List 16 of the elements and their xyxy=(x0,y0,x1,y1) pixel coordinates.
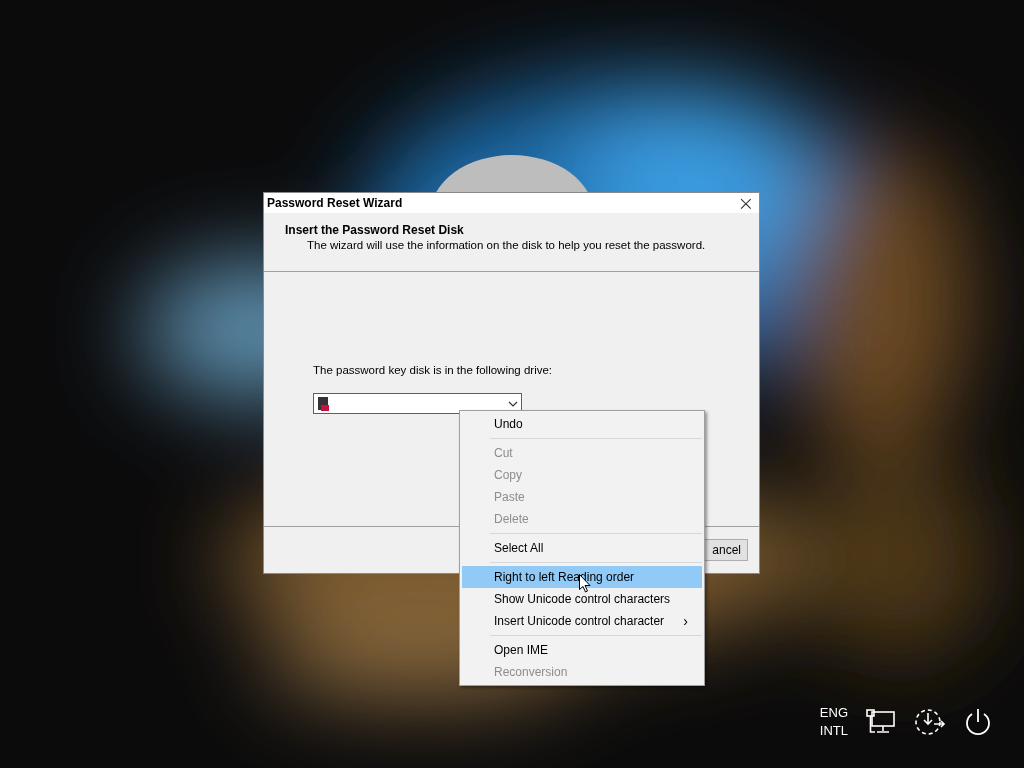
menu-item[interactable]: Open IME xyxy=(462,639,702,661)
network-icon[interactable] xyxy=(866,709,896,735)
menu-item[interactable]: Insert Unicode control character › xyxy=(462,610,702,632)
language-indicator[interactable]: ENG INTL xyxy=(819,704,848,740)
menu-item[interactable]: Show Unicode control characters xyxy=(462,588,702,610)
window-title: Password Reset Wizard xyxy=(267,196,403,210)
power-icon[interactable] xyxy=(964,707,992,737)
chevron-down-icon xyxy=(508,400,518,407)
disk-drive-icon xyxy=(317,396,329,411)
ease-of-access-icon[interactable] xyxy=(914,708,946,736)
drive-dropdown[interactable] xyxy=(313,393,522,414)
close-button[interactable]: × xyxy=(733,194,759,212)
wizard-heading: Insert the Password Reset Disk xyxy=(285,223,465,237)
menu-item[interactable]: Undo xyxy=(462,413,702,435)
drive-label: The password key disk is in the following drive: xyxy=(313,364,554,376)
wizard-description: The wizard will use the information on the disk to help you reset the password. xyxy=(307,239,707,251)
